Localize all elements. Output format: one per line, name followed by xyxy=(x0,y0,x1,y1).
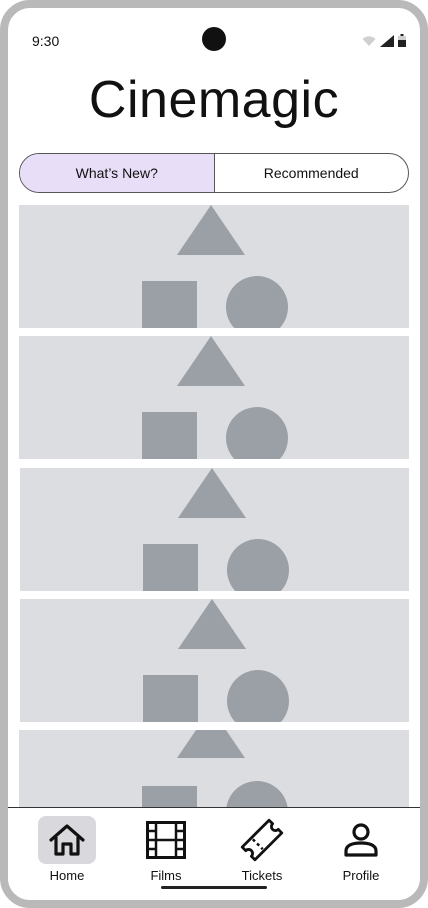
home-indicator[interactable] xyxy=(161,886,267,889)
wifi-icon xyxy=(362,36,376,46)
nav-label: Films xyxy=(150,868,182,883)
tab-label: What’s New? xyxy=(75,165,158,181)
status-bar: 9:30 xyxy=(8,8,420,68)
app-title: Cinemagic xyxy=(88,71,340,129)
nav-label: Profile xyxy=(342,868,380,883)
placeholder-image-icon xyxy=(142,336,288,459)
ticket-icon xyxy=(240,818,284,862)
profile-icon xyxy=(344,823,378,857)
content-card[interactable] xyxy=(19,205,409,328)
tab-label: Recommended xyxy=(263,165,359,181)
nav-item-films[interactable]: Films xyxy=(126,808,206,888)
nav-item-profile[interactable]: Profile xyxy=(321,808,401,888)
nav-item-tickets[interactable]: Tickets xyxy=(222,808,302,888)
content-card[interactable] xyxy=(20,599,409,722)
status-icons xyxy=(362,34,406,47)
nav-label: Home xyxy=(49,868,85,883)
tab-whats-new[interactable]: What’s New? xyxy=(20,154,215,192)
nav-icon-container xyxy=(233,816,291,864)
placeholder-image-icon xyxy=(143,599,289,722)
status-time: 9:30 xyxy=(32,33,60,49)
film-icon xyxy=(146,821,186,859)
home-icon xyxy=(49,824,85,856)
placeholder-image-icon xyxy=(142,205,288,328)
content-card[interactable] xyxy=(19,336,409,459)
tab-recommended[interactable]: Recommended xyxy=(215,154,409,192)
camera-cutout xyxy=(202,27,226,51)
content-list[interactable] xyxy=(19,205,409,807)
nav-item-home[interactable]: Home xyxy=(27,808,107,888)
signal-icon xyxy=(380,35,394,47)
nav-icon-container xyxy=(332,816,390,864)
placeholder-image-icon xyxy=(142,730,288,807)
phone-frame: 9:30 Cinemagic What’s New? Recommended H… xyxy=(0,0,428,908)
content-card[interactable] xyxy=(20,468,409,591)
tab-switcher: What’s New? Recommended xyxy=(19,153,409,193)
content-card[interactable] xyxy=(19,730,409,807)
placeholder-image-icon xyxy=(143,468,289,591)
nav-icon-container xyxy=(137,816,195,864)
battery-icon xyxy=(398,34,406,47)
nav-label: Tickets xyxy=(241,868,283,883)
nav-icon-container xyxy=(38,816,96,864)
